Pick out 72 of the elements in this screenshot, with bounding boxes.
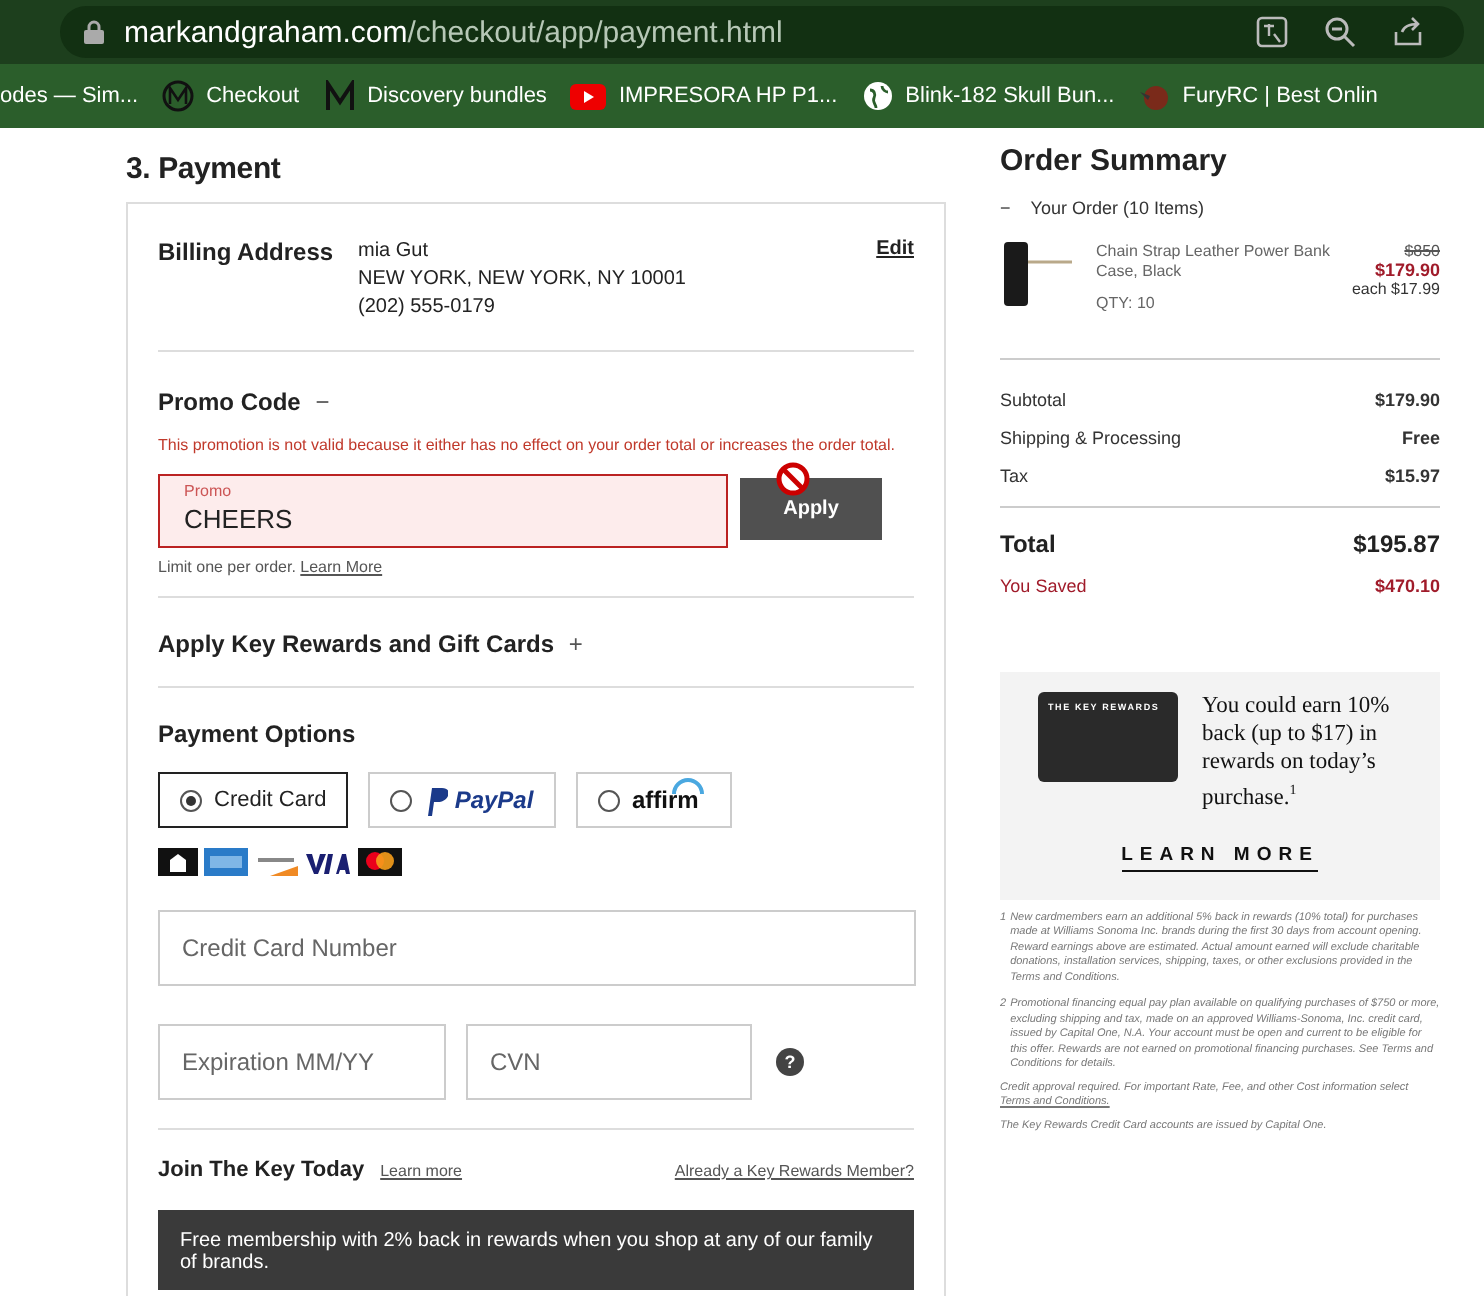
saved-value: $470.10 xyxy=(1374,576,1440,596)
product-image xyxy=(1000,242,1076,306)
gift-cards-title: Apply Key Rewards and Gift Cards xyxy=(158,630,555,658)
order-count: Your Order (10 Items) xyxy=(1030,198,1204,218)
unit-price: each $17.99 xyxy=(1351,280,1440,298)
summary-value: $15.97 xyxy=(1384,466,1440,486)
summary-label: Subtotal xyxy=(1000,390,1067,410)
payment-options-title: Payment Options xyxy=(158,720,358,748)
address-line: (202) 555-0179 xyxy=(358,294,497,322)
affirm-label: affirm xyxy=(632,786,699,814)
bookmark-link[interactable]: Checkout xyxy=(206,84,300,108)
play-icon xyxy=(570,83,607,109)
quantity: QTY: 10 xyxy=(1096,294,1157,314)
cvn-field[interactable]: CVN xyxy=(466,1024,752,1100)
original-price: $850 xyxy=(1402,242,1440,260)
circle-logo-icon xyxy=(162,80,195,112)
radio-button[interactable] xyxy=(598,789,620,811)
radio-button[interactable] xyxy=(180,789,202,811)
summary-label: Tax xyxy=(1000,466,1029,486)
member-link[interactable]: Already a Key Rewards Member? xyxy=(674,1162,914,1180)
summary-value: $179.90 xyxy=(1374,390,1440,410)
collapse-toggle[interactable]: − xyxy=(315,388,330,416)
letter-logo-icon xyxy=(323,80,356,112)
billing-label: Billing Address xyxy=(158,238,336,270)
bookmark-link[interactable]: Blink-182 Skull Bun... xyxy=(905,84,1115,108)
option-label: Credit Card xyxy=(214,788,327,812)
limit-note: Limit one per order. Learn More xyxy=(158,558,385,576)
payment-option[interactable]: Credit Card xyxy=(158,772,348,828)
apply-button[interactable]: Apply xyxy=(740,478,882,540)
translate-icon[interactable] xyxy=(1256,16,1288,48)
learn-more-link[interactable]: Learn more xyxy=(380,1162,463,1180)
key-card-icon xyxy=(158,848,198,876)
rewards-offer-text: You could earn 10% back (up to $17) in rewards on today’s purchase.$^{1}$ xyxy=(1202,692,1392,812)
globe-icon xyxy=(861,80,894,112)
lock-icon xyxy=(84,20,104,44)
paypal-label: PayPal xyxy=(424,785,534,815)
learn-more-link[interactable]: LEARN MORE xyxy=(1121,843,1319,872)
error-message: This promotion is not valid because it either has no effect on your order total or increases the order total. xyxy=(158,436,897,454)
address-line: NEW YORK, NEW YORK, NY 10001 xyxy=(358,266,688,294)
bookmark-link[interactable]: FuryRC | Best Onlin xyxy=(1182,84,1378,108)
edit-link[interactable]: Edit xyxy=(876,238,914,322)
saved-label: You Saved xyxy=(1000,576,1087,596)
expand-toggle[interactable]: + xyxy=(568,630,583,658)
bookmark-link[interactable]: IMPRESORA HP P1... xyxy=(618,84,838,108)
summary-label: Shipping & Processing xyxy=(1000,428,1182,448)
total-label: Total xyxy=(1000,530,1056,558)
total-value: $195.87 xyxy=(1353,530,1440,558)
payment-option[interactable]: affirm xyxy=(576,772,732,828)
product-name: Chain Strap Leather Power Bank Case, Black xyxy=(1096,242,1330,280)
share-icon[interactable] xyxy=(1392,16,1424,48)
bookmark-link[interactable]: odes — Sim... xyxy=(0,84,139,108)
collapse-toggle[interactable]: − xyxy=(1000,198,1011,218)
payment-option[interactable]: PayPal xyxy=(368,772,556,828)
no-entry-icon xyxy=(776,462,810,496)
zoom-out-icon[interactable] xyxy=(1324,16,1356,48)
summary-value: Free xyxy=(1401,428,1440,448)
learn-more-link[interactable]: Learn More xyxy=(300,558,383,576)
expiration-field[interactable]: Expiration MM/YY xyxy=(158,1024,446,1100)
promo-title: Promo Code xyxy=(158,388,301,416)
address-line: mia Gut xyxy=(358,238,431,266)
paypal-p-icon xyxy=(424,785,449,815)
join-title: Join The Key Today xyxy=(158,1158,365,1182)
bookmark-link[interactable]: Discovery bundles xyxy=(367,84,547,108)
radio-button[interactable] xyxy=(390,789,413,811)
help-icon[interactable]: ? xyxy=(776,1048,804,1076)
summary-title: Order Summary xyxy=(1000,144,1229,178)
sale-price: $179.90 xyxy=(1372,260,1440,280)
card-number-field[interactable]: Credit Card Number xyxy=(158,910,916,986)
section-heading: 3. Payment xyxy=(126,152,283,186)
promo-field[interactable]: Promo CHEERS xyxy=(158,474,728,548)
membership-banner: Free membership with 2% back in rewards when you shop at any of our family of brands. xyxy=(158,1210,914,1290)
promo-input[interactable]: CHEERS xyxy=(184,504,702,534)
